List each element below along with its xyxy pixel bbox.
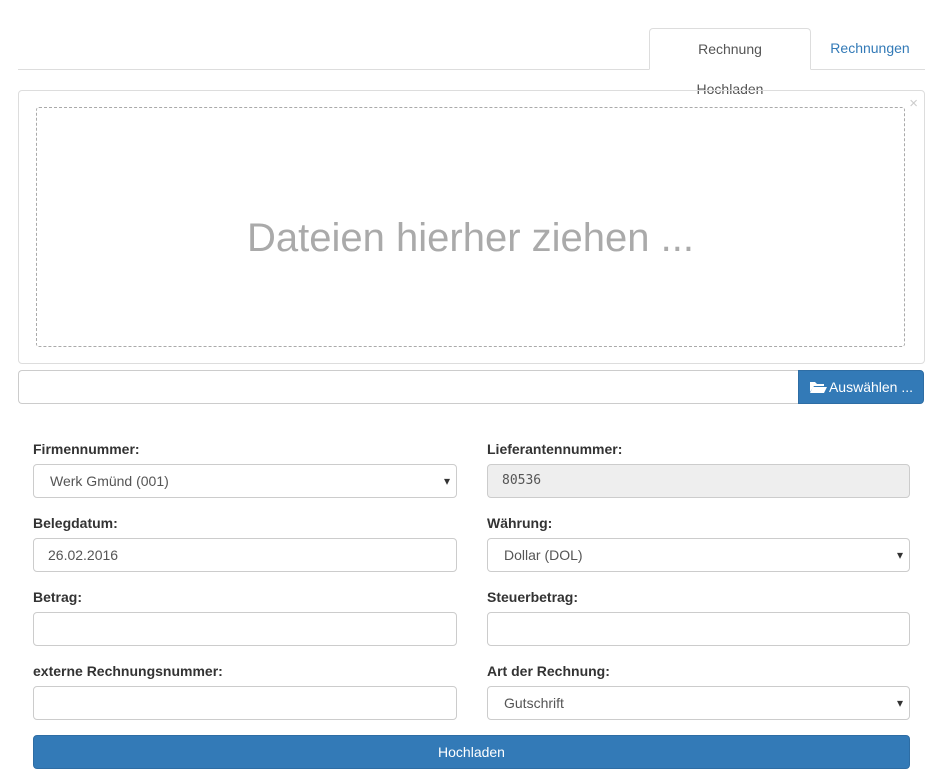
art-der-rechnung-label: Art der Rechnung: (487, 663, 610, 679)
belegdatum-label: Belegdatum: (33, 515, 118, 531)
file-select-group: Auswählen ... (18, 370, 925, 404)
folder-open-icon (809, 382, 827, 393)
tab-rechnung-hochladen[interactable]: Rechnung Hochladen (649, 28, 811, 97)
file-caption-input[interactable] (18, 370, 798, 404)
betrag-label: Betrag: (33, 589, 83, 605)
externe-rechnungsnummer-field[interactable] (33, 686, 457, 720)
externe-rechnungsnummer-label: externe Rechnungsnummer: (33, 663, 223, 679)
waehrung-value: Dollar (DOL) (504, 547, 583, 563)
tab-bar: Rechnung Hochladen Rechnungen (18, 28, 925, 97)
close-icon[interactable]: × (909, 96, 918, 111)
lieferantennummer-field: 80536 (487, 464, 910, 498)
tab-rechnungen[interactable]: Rechnungen (815, 28, 925, 70)
drop-zone-text: Dateien hierher ziehen ... (247, 216, 694, 260)
art-der-rechnung-select[interactable]: Gutschrift (487, 686, 910, 720)
waehrung-select[interactable]: Dollar (DOL) (487, 538, 910, 572)
file-drop-panel: × Dateien hierher ziehen ... (18, 90, 925, 364)
waehrung-label: Währung: (487, 515, 553, 531)
steuerbetrag-label: Steuerbetrag: (487, 589, 579, 605)
firmennummer-label: Firmennummer: (33, 441, 140, 457)
firmennummer-select[interactable]: Werk Gmünd (001) (33, 464, 457, 498)
hochladen-button[interactable]: Hochladen (33, 735, 910, 769)
belegdatum-field[interactable]: 26.02.2016 (33, 538, 457, 572)
browse-button[interactable]: Auswählen ... (798, 370, 924, 404)
betrag-field[interactable] (33, 612, 457, 646)
lieferantennummer-label: Lieferantennummer: (487, 441, 623, 457)
firmennummer-value: Werk Gmünd (001) (50, 473, 169, 489)
browse-button-label: Auswählen ... (828, 379, 914, 395)
steuerbetrag-field[interactable] (487, 612, 910, 646)
art-der-rechnung-value: Gutschrift (504, 695, 564, 711)
file-drop-zone[interactable]: Dateien hierher ziehen ... (36, 107, 905, 347)
